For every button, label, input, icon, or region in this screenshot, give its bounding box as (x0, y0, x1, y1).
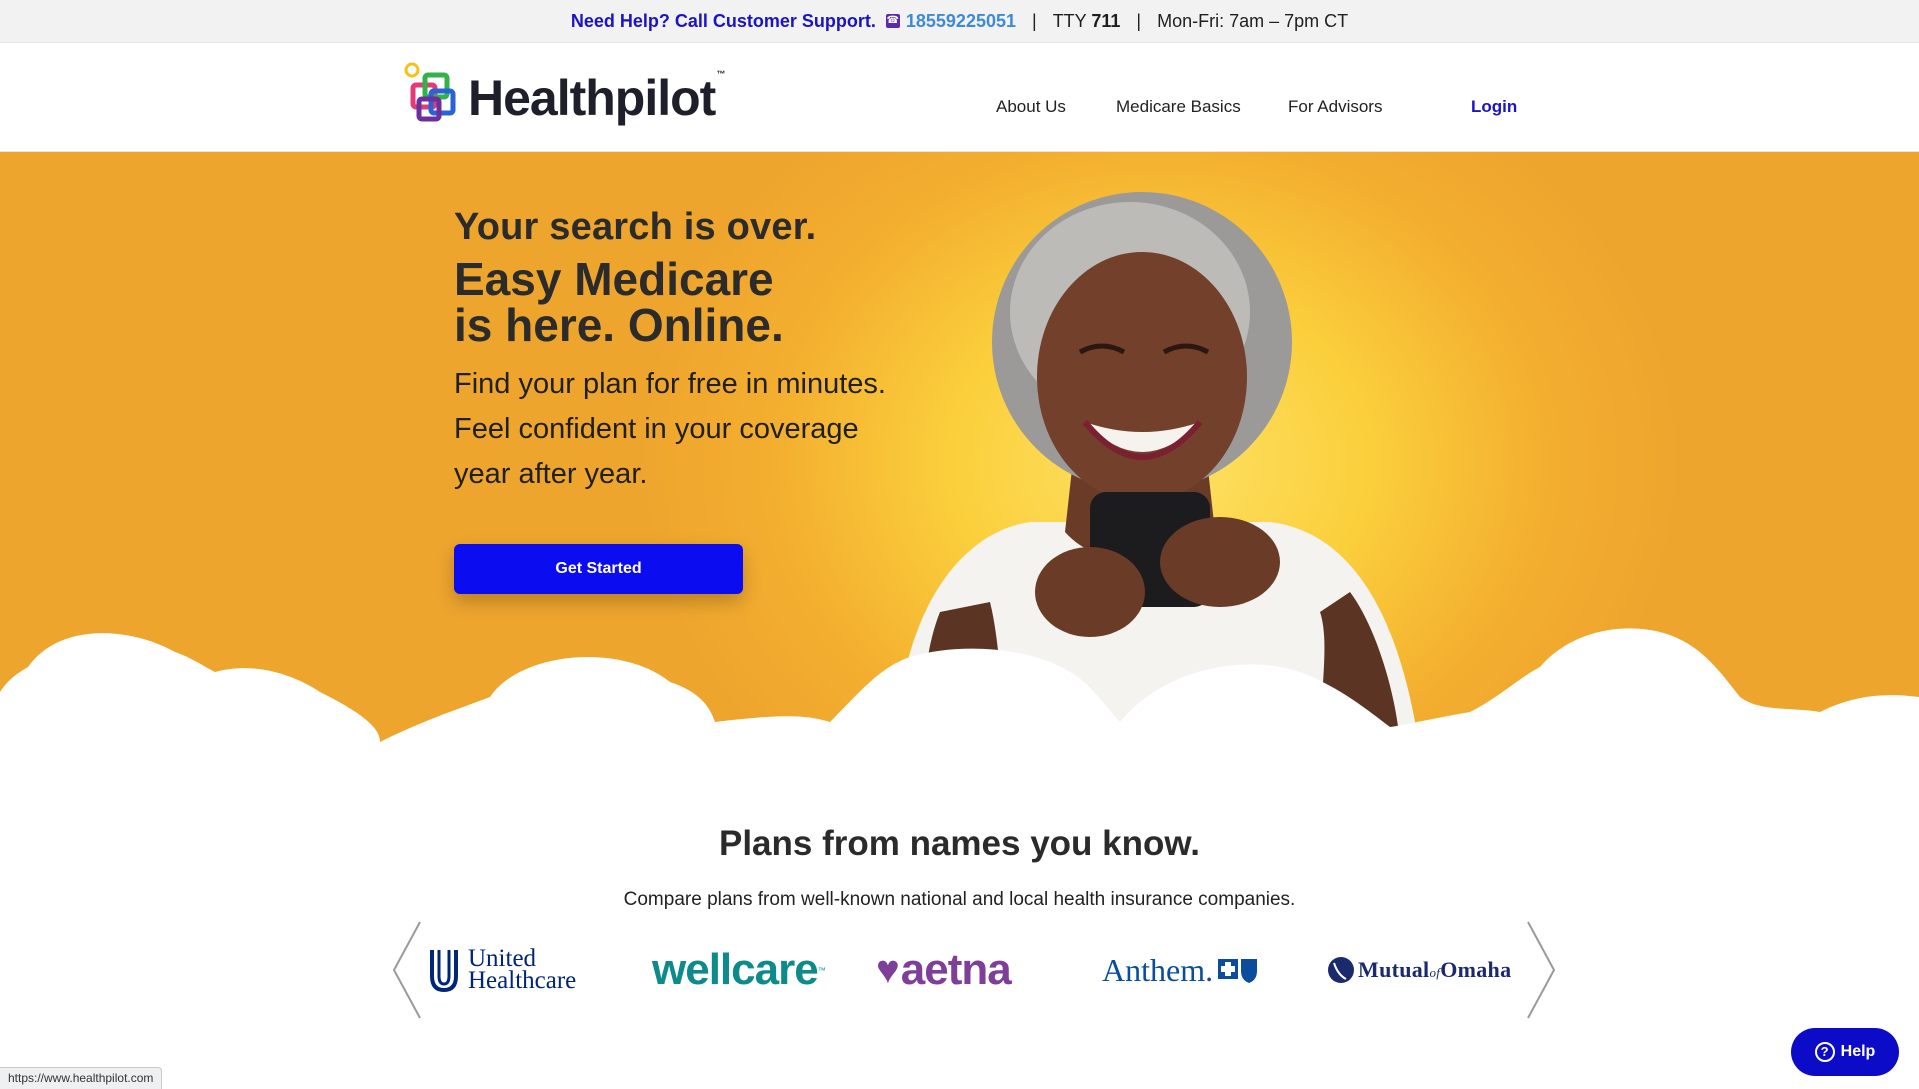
logo-text: Healthpilot (468, 70, 716, 126)
brand-anthem: Anthem. (1102, 940, 1259, 1000)
brand-unitedhealthcare: United Healthcare (428, 940, 576, 1000)
browser-status-url: https://www.healthpilot.com (0, 1067, 163, 1089)
phone-icon: ☎ (885, 14, 900, 28)
uh-line2: Healthcare (468, 967, 577, 994)
divider: | (1136, 10, 1142, 31)
nav-about-us[interactable]: About Us (996, 97, 1066, 117)
unitedhealthcare-wordmark: United Healthcare (468, 946, 577, 994)
aetna-heart-icon: ♥ (876, 947, 900, 992)
logo-wordmark: Healthpilot™ (468, 69, 725, 127)
logo-tm: ™ (716, 69, 725, 79)
omaha-mutual: Mutual (1358, 957, 1430, 982)
support-phone-link[interactable]: 18559225051 (906, 11, 1016, 32)
wellcare-tm: ™ (817, 965, 826, 975)
site-header: Healthpilot™ About Us Medicare Basics Fo… (0, 43, 1919, 152)
wellcare-wordmark: wellcare (652, 945, 819, 994)
login-link[interactable]: Login (1471, 97, 1517, 117)
nav-for-advisors[interactable]: For Advisors (1288, 97, 1382, 117)
help-button[interactable]: ? Help (1791, 1028, 1899, 1076)
tty-label: TTY (1052, 10, 1087, 31)
healthpilot-logo-icon (404, 62, 456, 122)
brand-wellcare: wellcare ™ (652, 940, 826, 1000)
aetna-wordmark: aetna (900, 945, 1012, 994)
tty-number: 711 (1091, 10, 1121, 31)
cloud-divider (0, 628, 1919, 752)
healthpilot-logo[interactable]: Healthpilot™ (402, 61, 725, 133)
support-hours: Mon-Fri: 7am – 7pm CT (1157, 10, 1349, 31)
hero-section: Your search is over. Easy Medicare is her… (0, 152, 1919, 752)
omaha-omaha: Omaha (1440, 957, 1512, 982)
plans-title: Plans from names you know. (718, 824, 1201, 863)
support-bar: Need Help? Call Customer Support. ☎ 1855… (0, 0, 1919, 43)
omaha-of: of (1429, 965, 1441, 980)
mutual-of-omaha-wordmark: MutualofOmaha (1358, 957, 1511, 983)
plans-subtitle: Compare plans from well-known national a… (623, 889, 1296, 910)
support-help-text: Need Help? Call Customer Support. (570, 10, 876, 31)
help-button-label: Help (1840, 1043, 1876, 1060)
carousel-next-arrow-icon[interactable] (1524, 920, 1558, 1020)
question-circle-icon: ? (1814, 1042, 1835, 1062)
carousel-prev-arrow-icon[interactable] (390, 920, 424, 1020)
divider: | (1032, 10, 1037, 31)
blue-cross-blue-shield-icon (1218, 959, 1258, 983)
mutual-of-omaha-indian-head-icon (1328, 957, 1354, 983)
nav-medicare-basics[interactable]: Medicare Basics (1116, 97, 1241, 117)
unitedhealthcare-u-icon (430, 950, 458, 993)
tty-info: TTY 711 (1053, 11, 1121, 32)
brand-mutual-of-omaha: MutualofOmaha (1326, 940, 1511, 1000)
brand-aetna: ♥ aetna (876, 940, 1012, 1000)
anthem-wordmark: Anthem. (1102, 951, 1214, 988)
